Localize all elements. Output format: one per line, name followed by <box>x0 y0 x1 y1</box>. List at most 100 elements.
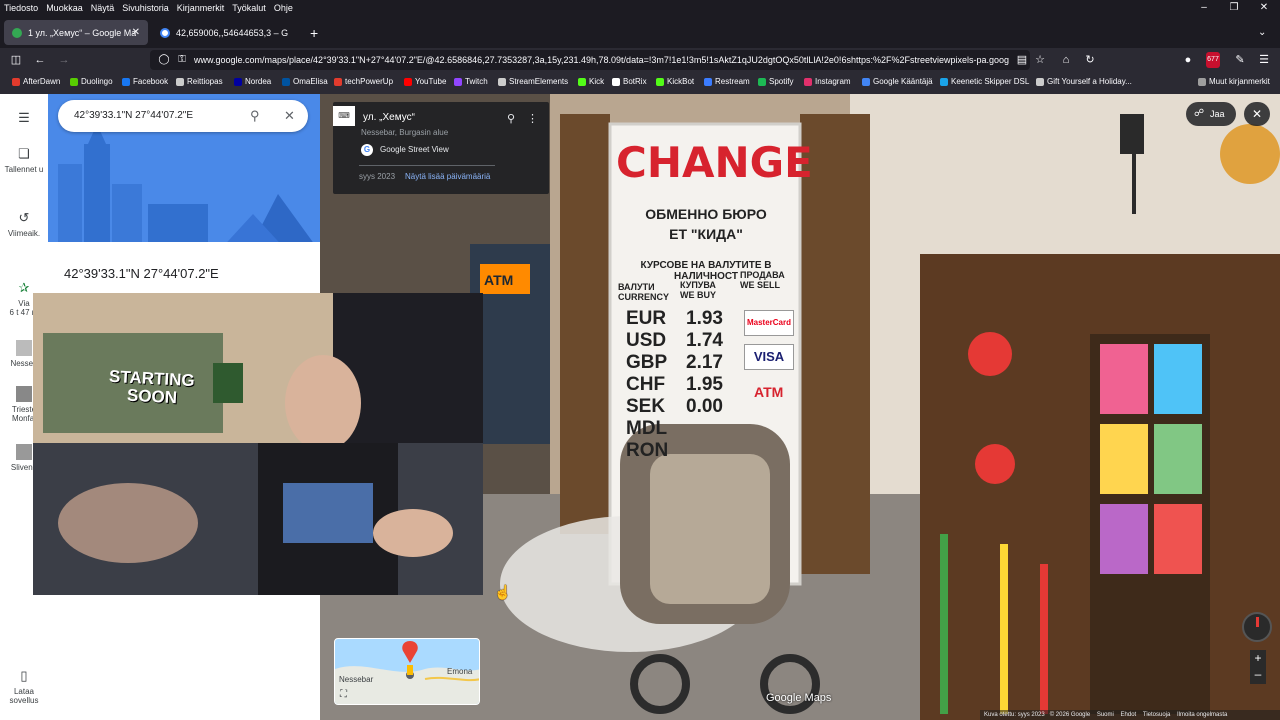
bookmark-nordea[interactable]: Nordea <box>234 77 271 86</box>
menu-tyokalut[interactable]: Työkalut <box>232 3 266 13</box>
bookmark-streamelements[interactable]: StreamElements <box>498 77 568 86</box>
techpowerup-icon <box>334 77 342 86</box>
bookmark-star-icon[interactable]: ☆ <box>1032 52 1048 68</box>
bookmark-google-translate[interactable]: Google Kääntäjä <box>862 77 933 86</box>
place-thumb-icon <box>16 386 32 402</box>
footer-link-tietosuoja[interactable]: Tietosuoja <box>1143 712 1170 718</box>
rail-saved[interactable]: ❏ Tallennet u <box>0 146 48 174</box>
bookmark-facebook[interactable]: Facebook <box>122 77 168 86</box>
footer-link-ehdot[interactable]: Ehdot <box>1121 712 1137 718</box>
minimap-place-1: Nessebar <box>339 675 374 684</box>
more-dates-link[interactable]: Näytä lisää päivämääriä <box>405 172 490 181</box>
share-button[interactable]: ☍ Jaa <box>1186 102 1236 126</box>
hamburger-icon: ☰ <box>18 110 30 125</box>
sidebar-toggle-icon[interactable]: ◫ <box>8 52 24 68</box>
bookmark-reittiopas[interactable]: Reittiopas <box>176 77 223 86</box>
search-box[interactable]: 42°39'33.1"N 27°44'07.2"E ⚲ ✕ <box>58 100 308 132</box>
keenetic-icon <box>940 77 948 86</box>
buy-rate: 2.17 <box>686 352 723 373</box>
clear-search-icon[interactable]: ✕ <box>284 100 295 132</box>
home-icon[interactable]: ⌂ <box>1058 52 1074 68</box>
shield-icon[interactable]: ◯ <box>156 52 172 68</box>
menu-tiedosto[interactable]: Tiedosto <box>4 3 38 13</box>
bookmark-omaelisa[interactable]: OmaElisa <box>282 77 328 86</box>
menu-sivuhistoria[interactable]: Sivuhistoria <box>122 3 169 13</box>
place-title: 42°39'33.1"N 27°44'07.2"E <box>64 266 219 281</box>
new-tab-button[interactable]: + <box>306 20 326 45</box>
menu-button[interactable]: ☰ <box>0 110 48 129</box>
search-input[interactable]: 42°39'33.1"N 27°44'07.2"E <box>74 110 193 121</box>
window-close-icon[interactable]: ✕ <box>1248 0 1280 16</box>
bookmark-instagram[interactable]: Instagram <box>804 77 851 86</box>
rail-download-app[interactable]: ▯ Lataa sovellus <box>0 668 48 705</box>
mini-map[interactable]: Nessebar Emona ⛶ <box>334 638 480 705</box>
menu-hamburger-icon[interactable]: ☰ <box>1256 52 1272 68</box>
footer-link-suomi[interactable]: Suomi <box>1097 712 1114 718</box>
ublock-badge[interactable]: 677 <box>1206 52 1220 68</box>
bookmark-kickbot[interactable]: KickBot <box>656 77 694 86</box>
bookmark-twitch[interactable]: Twitch <box>454 77 488 86</box>
tab-google-search[interactable]: 42,659006,,54644653,3 – Google <box>152 20 306 45</box>
bookmark-kick[interactable]: Kick <box>578 77 604 86</box>
globe-icon <box>176 77 184 86</box>
more-options-icon[interactable]: ⋮ <box>527 112 538 125</box>
rail-recent[interactable]: ↺ Viimeaik. <box>0 210 48 238</box>
street-view-info-card: ⌨ ул. „Хемус“ Nessebar, Burgasin alue G … <box>333 102 549 194</box>
tab-strip: 1 ул. „Хемус“ – Google Maps ✕ 42,659006,… <box>0 16 1280 48</box>
bookmark-icon: ❏ <box>18 146 30 161</box>
reload-icon[interactable]: ↻ <box>1082 52 1098 68</box>
google-g-icon: G <box>361 144 373 156</box>
bookmark-spotify[interactable]: Spotify <box>758 77 793 86</box>
close-street-view-icon[interactable]: ✕ <box>1244 102 1270 126</box>
menu-muokkaa[interactable]: Muokkaa <box>46 3 83 13</box>
bookmark-keenetic[interactable]: Keenetic Skipper DSL <box>940 77 1029 86</box>
place-thumb-icon <box>16 340 32 356</box>
spotify-icon <box>758 77 766 86</box>
sign-header-sell: ПРОДАВА WE SELL <box>740 270 785 290</box>
tab-close-icon[interactable]: ✕ <box>132 27 140 38</box>
reader-view-icon[interactable]: ▤ <box>1014 52 1030 68</box>
search-icon[interactable]: ⚲ <box>250 100 260 132</box>
restore-icon[interactable]: ❐ <box>1218 0 1250 16</box>
minimize-icon[interactable]: – <box>1188 0 1220 16</box>
google-maps-logo: Google Maps <box>766 692 832 704</box>
bookmark-duolingo[interactable]: Duolingo <box>70 77 113 86</box>
sign-atm: ATM <box>754 384 784 400</box>
bookmark-youtube[interactable]: YouTube <box>404 77 446 86</box>
instagram-icon <box>804 77 812 86</box>
sign-line1: ОБМЕННО БЮРО <box>645 206 767 222</box>
bookmark-restream[interactable]: Restream <box>704 77 750 86</box>
bookmark-gift-holiday[interactable]: Gift Yourself a Holiday... <box>1036 77 1132 86</box>
share-icon: ☍ <box>1194 108 1205 119</box>
keyboard-toggle-icon[interactable]: ⌨ <box>333 106 355 126</box>
afterdawn-icon <box>12 77 20 86</box>
bookmark-other-folder[interactable]: Muut kirjanmerkit <box>1198 77 1270 86</box>
footer-link-report[interactable]: Ilmoita ongelmasta <box>1177 712 1227 718</box>
translate-icon <box>862 77 870 86</box>
menu-kirjanmerkit[interactable]: Kirjanmerkit <box>177 3 225 13</box>
expand-map-icon[interactable]: ⛶ <box>340 689 347 700</box>
zoom-in-icon[interactable]: + <box>1250 650 1266 666</box>
back-icon[interactable]: ← <box>32 52 48 68</box>
menu-ohje[interactable]: Ohje <box>274 3 293 13</box>
bookmark-botrix[interactable]: BotRix <box>612 77 647 86</box>
forward-icon[interactable]: → <box>56 52 72 68</box>
bookmark-afterdawn[interactable]: AfterDawn <box>12 77 60 86</box>
extensions-icon[interactable]: ✎ <box>1232 52 1248 68</box>
extension-icon[interactable]: ● <box>1180 52 1196 68</box>
currency-code: MDL <box>626 418 668 439</box>
currency-code: RON <box>626 440 669 461</box>
url-bar[interactable]: www.google.com/maps/place/42°39'33.1"N+2… <box>150 50 1030 70</box>
tab-list-icon[interactable]: ⌄ <box>1254 20 1274 45</box>
sign-change: CHANGE <box>616 138 813 187</box>
menu-nayta[interactable]: Näytä <box>91 3 115 13</box>
tab-google-maps[interactable]: 1 ул. „Хемус“ – Google Maps ✕ <box>4 20 148 45</box>
phone-icon: ▯ <box>20 668 28 683</box>
compass-icon[interactable] <box>1242 612 1272 642</box>
bookmark-techpowerup[interactable]: techPowerUp <box>334 77 393 86</box>
lock-icon[interactable]: ⚿ <box>174 52 190 68</box>
kick-icon <box>578 77 586 86</box>
location-pin-icon[interactable]: ⚲ <box>507 112 515 125</box>
restream-icon <box>704 77 712 86</box>
zoom-out-icon[interactable]: – <box>1250 666 1266 682</box>
